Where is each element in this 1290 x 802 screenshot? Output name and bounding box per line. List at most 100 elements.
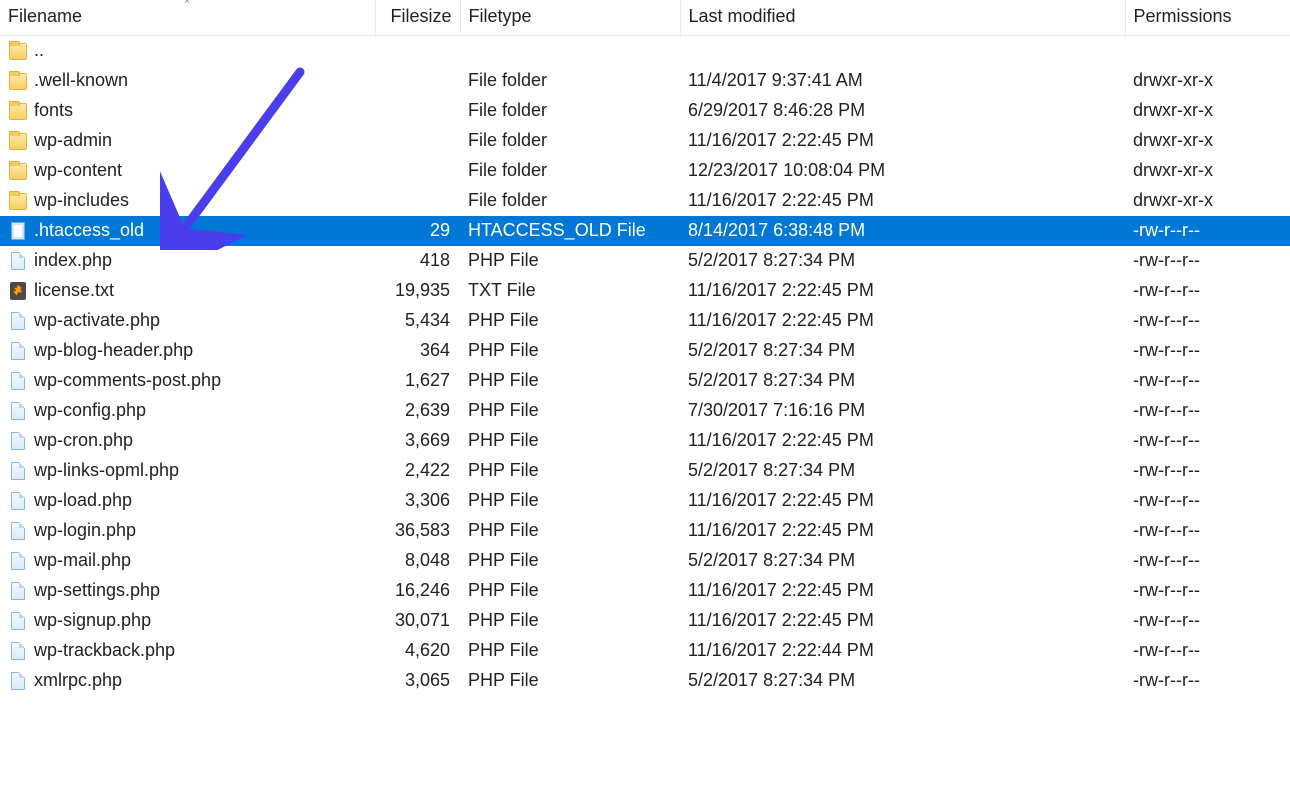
column-header-filesize[interactable]: Filesize [375,0,460,36]
table-row[interactable]: wp-blog-header.php364PHP File5/2/2017 8:… [0,336,1290,366]
cell-filesize: 29 [375,216,460,246]
cell-filesize: 19,935 [375,276,460,306]
cell-filename[interactable]: .. [0,36,375,67]
cell-filetype: HTACCESS_OLD File [460,216,680,246]
cell-modified: 11/16/2017 2:22:44 PM [680,636,1125,666]
file-name-label: wp-comments-post.php [34,370,221,391]
cell-filename[interactable]: wp-admin [0,126,375,156]
cell-filename[interactable]: wp-includes [0,186,375,216]
column-header-modified[interactable]: Last modified [680,0,1125,36]
cell-permissions: drwxr-xr-x [1125,156,1290,186]
table-row[interactable]: fontsFile folder6/29/2017 8:46:28 PMdrwx… [0,96,1290,126]
cell-filesize [375,186,460,216]
cell-modified: 11/16/2017 2:22:45 PM [680,576,1125,606]
cell-filename[interactable]: wp-cron.php [0,426,375,456]
table-row[interactable]: wp-contentFile folder12/23/2017 10:08:04… [0,156,1290,186]
table-row[interactable]: wp-config.php2,639PHP File7/30/2017 7:16… [0,396,1290,426]
cell-modified: 11/16/2017 2:22:45 PM [680,276,1125,306]
table-row[interactable]: .. [0,36,1290,67]
cell-filename[interactable]: wp-trackback.php [0,636,375,666]
table-row[interactable]: .htaccess_old29HTACCESS_OLD File8/14/201… [0,216,1290,246]
cell-modified: 5/2/2017 8:27:34 PM [680,366,1125,396]
file-name-label: fonts [34,100,73,121]
column-header-permissions[interactable]: Permissions [1125,0,1290,36]
cell-filesize [375,126,460,156]
php-icon [8,551,28,571]
cell-permissions: -rw-r--r-- [1125,636,1290,666]
file-name-label: wp-activate.php [34,310,160,331]
table-row[interactable]: wp-activate.php5,434PHP File11/16/2017 2… [0,306,1290,336]
cell-filetype: PHP File [460,666,680,696]
cell-modified: 5/2/2017 8:27:34 PM [680,336,1125,366]
cell-filename[interactable]: .well-known [0,66,375,96]
file-name-label: wp-trackback.php [34,640,175,661]
file-list-table: ⌃ Filename Filesize Filetype Last modifi… [0,0,1290,696]
file-name-label: index.php [34,250,112,271]
table-row[interactable]: wp-cron.php3,669PHP File11/16/2017 2:22:… [0,426,1290,456]
folder-icon [8,131,28,151]
cell-filetype: PHP File [460,636,680,666]
table-row[interactable]: wp-adminFile folder11/16/2017 2:22:45 PM… [0,126,1290,156]
cell-permissions: -rw-r--r-- [1125,456,1290,486]
cell-filetype: File folder [460,66,680,96]
column-header-row: ⌃ Filename Filesize Filetype Last modifi… [0,0,1290,36]
cell-filename[interactable]: index.php [0,246,375,276]
cell-modified: 6/29/2017 8:46:28 PM [680,96,1125,126]
cell-filetype: PHP File [460,486,680,516]
cell-filename[interactable]: wp-mail.php [0,546,375,576]
table-row[interactable]: xmlrpc.php3,065PHP File5/2/2017 8:27:34 … [0,666,1290,696]
cell-filetype [460,36,680,67]
cell-filename[interactable]: wp-content [0,156,375,186]
php-icon [8,521,28,541]
cell-permissions: drwxr-xr-x [1125,96,1290,126]
column-header-filetype[interactable]: Filetype [460,0,680,36]
cell-filesize: 36,583 [375,516,460,546]
table-row[interactable]: wp-comments-post.php1,627PHP File5/2/201… [0,366,1290,396]
cell-filename[interactable]: .htaccess_old [0,216,375,246]
table-row[interactable]: wp-mail.php8,048PHP File5/2/2017 8:27:34… [0,546,1290,576]
file-name-label: wp-load.php [34,490,132,511]
file-name-label: license.txt [34,280,114,301]
php-icon [8,431,28,451]
cell-permissions: drwxr-xr-x [1125,186,1290,216]
cell-filename[interactable]: license.txt [0,276,375,306]
column-header-label: Last modified [689,6,796,26]
file-name-label: wp-signup.php [34,610,151,631]
php-icon [8,341,28,361]
cell-filesize: 16,246 [375,576,460,606]
table-row[interactable]: wp-login.php36,583PHP File11/16/2017 2:2… [0,516,1290,546]
cell-filetype: File folder [460,186,680,216]
cell-filename[interactable]: fonts [0,96,375,126]
table-row[interactable]: wp-load.php3,306PHP File11/16/2017 2:22:… [0,486,1290,516]
cell-filename[interactable]: wp-blog-header.php [0,336,375,366]
cell-filename[interactable]: wp-load.php [0,486,375,516]
column-header-label: Filetype [469,6,532,26]
file-name-label: wp-config.php [34,400,146,421]
column-header-label: Filename [8,6,82,26]
cell-modified: 12/23/2017 10:08:04 PM [680,156,1125,186]
cell-permissions [1125,36,1290,67]
table-row[interactable]: license.txt19,935TXT File11/16/2017 2:22… [0,276,1290,306]
cell-filename[interactable]: wp-login.php [0,516,375,546]
table-row[interactable]: wp-trackback.php4,620PHP File11/16/2017 … [0,636,1290,666]
table-row[interactable]: wp-signup.php30,071PHP File11/16/2017 2:… [0,606,1290,636]
cell-modified [680,36,1125,67]
cell-filename[interactable]: wp-config.php [0,396,375,426]
cell-filename[interactable]: wp-signup.php [0,606,375,636]
php-icon [8,611,28,631]
table-row[interactable]: .well-knownFile folder11/4/2017 9:37:41 … [0,66,1290,96]
cell-filesize: 5,434 [375,306,460,336]
cell-permissions: -rw-r--r-- [1125,216,1290,246]
cell-filename[interactable]: wp-links-opml.php [0,456,375,486]
table-row[interactable]: wp-links-opml.php2,422PHP File5/2/2017 8… [0,456,1290,486]
cell-filename[interactable]: wp-comments-post.php [0,366,375,396]
table-row[interactable]: wp-includesFile folder11/16/2017 2:22:45… [0,186,1290,216]
column-header-filename[interactable]: ⌃ Filename [0,0,375,36]
table-row[interactable]: wp-settings.php16,246PHP File11/16/2017 … [0,576,1290,606]
cell-filename[interactable]: wp-activate.php [0,306,375,336]
cell-modified: 7/30/2017 7:16:16 PM [680,396,1125,426]
table-row[interactable]: index.php418PHP File5/2/2017 8:27:34 PM-… [0,246,1290,276]
cell-filename[interactable]: wp-settings.php [0,576,375,606]
cell-filename[interactable]: xmlrpc.php [0,666,375,696]
cell-permissions: -rw-r--r-- [1125,606,1290,636]
